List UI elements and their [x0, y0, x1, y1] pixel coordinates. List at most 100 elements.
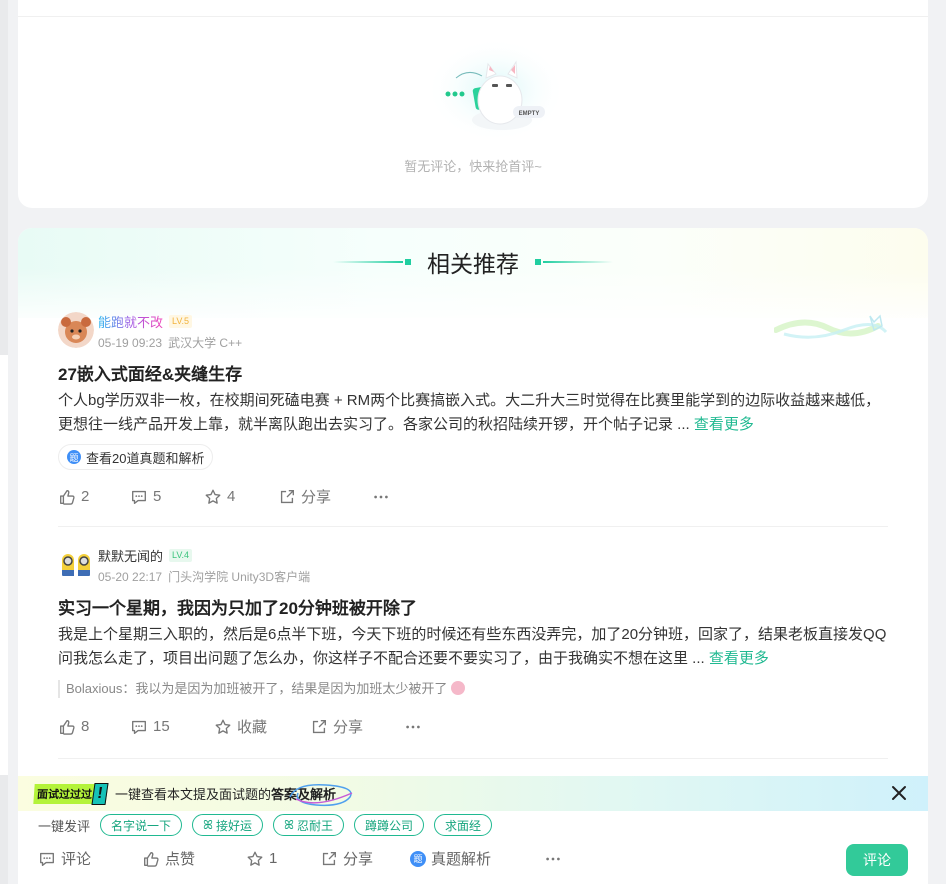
quick-comment-row: 一键发评 名字说一下 ꕤ 接好运 ꕤ 忍耐王 蹲蹲公司 求面经	[38, 814, 493, 836]
related-card: 相关推荐 能跑就不改 LV.5 05-19 09:23 武汉大学 C++ 27嵌…	[18, 228, 928, 788]
share-icon	[280, 489, 294, 503]
more-button[interactable]	[544, 850, 562, 868]
share-action[interactable]: 分享	[320, 848, 410, 869]
favorite-count: 1	[269, 850, 278, 867]
quick-tag[interactable]: 蹲蹲公司	[354, 814, 425, 836]
favorite-count: 4	[227, 488, 236, 505]
share-icon	[312, 719, 326, 733]
level-badge: LV.5	[169, 315, 193, 328]
like-count: 2	[81, 488, 90, 505]
title-deco-dot	[535, 259, 541, 265]
divider	[58, 526, 888, 527]
comment-count: 5	[153, 488, 162, 505]
divider	[58, 758, 888, 759]
star-icon	[215, 719, 231, 734]
like-action[interactable]: 点赞	[142, 848, 246, 869]
avatar[interactable]	[58, 546, 94, 582]
read-more-link[interactable]: 查看更多	[694, 416, 754, 433]
quick-tag[interactable]: 名字说一下	[100, 814, 183, 836]
more-icon	[374, 495, 388, 498]
comment-count: 15	[153, 718, 170, 735]
post-actions: 2 5 4 分享	[58, 486, 390, 507]
comment-icon	[132, 720, 146, 734]
more-icon	[546, 857, 560, 860]
related-header: 相关推荐	[18, 242, 928, 282]
share-icon	[322, 851, 336, 865]
like-count: 8	[81, 718, 90, 735]
empty-illustration: EMPTY	[426, 38, 566, 142]
username[interactable]: 能跑就不改	[98, 312, 163, 331]
user-row: 能跑就不改 LV.5	[98, 312, 193, 331]
like-label: 点赞	[165, 851, 196, 868]
close-icon[interactable]	[890, 784, 908, 802]
comment-button[interactable]: 5	[130, 488, 204, 506]
post-body[interactable]: 我是上个星期三入职的，然后是6点半下班，今天下班的时候还有些东西没弄完，加了20…	[58, 623, 888, 671]
wheat-icon: ꕤ	[203, 817, 214, 832]
favorite-action[interactable]: 1	[246, 850, 320, 868]
post-school: 武汉大学 C++	[168, 336, 243, 350]
favorite-button[interactable]: 收藏	[214, 716, 310, 737]
share-label: 分享	[301, 489, 332, 506]
star-icon	[247, 851, 263, 866]
post-card[interactable]: 默默无闻的 LV.4 05-20 22:17 门头沟学院 Unity3D客户端 实…	[58, 546, 888, 746]
post-meta: 05-19 09:23 武汉大学 C++	[98, 334, 242, 351]
comment-icon	[132, 490, 146, 504]
post-time: 05-19 09:23	[98, 336, 163, 350]
chip-label: 查看20道真题和解析	[86, 450, 205, 466]
empty-badge: EMPTY	[519, 111, 540, 117]
post-title[interactable]: 实习一个星期，我因为只加了20分钟班被开除了	[58, 594, 417, 619]
quick-tag[interactable]: 求面经	[434, 814, 493, 836]
quick-tag[interactable]: ꕤ 接好运	[192, 814, 264, 836]
share-label: 分享	[333, 719, 364, 736]
promo-badge: 面试过过过	[33, 783, 96, 804]
avatar[interactable]	[58, 312, 94, 348]
comment-action[interactable]: 评论	[38, 848, 142, 869]
post-excerpt: 个人bg学历双非一枚，在校期间死磕电赛 + RM两个比赛搞嵌入式。大二升大三时觉…	[58, 392, 881, 433]
favorite-label: 收藏	[237, 719, 268, 736]
post-meta: 05-20 22:17 门头沟学院 Unity3D客户端	[98, 568, 310, 585]
question-icon: 题	[67, 450, 81, 464]
quick-comment-label: 一键发评	[38, 818, 91, 834]
exclamation-icon: !	[91, 782, 109, 805]
related-title: 相关推荐	[427, 251, 519, 277]
like-button[interactable]: 2	[58, 488, 130, 506]
post-body[interactable]: 个人bg学历双非一枚，在校期间死磕电赛 + RM两个比赛搞嵌入式。大二升大三时觉…	[58, 389, 888, 437]
post-actions: 8 15 收藏 分享	[58, 716, 422, 737]
bottom-bar: 面试过过过 ! 一键查看本文提及面试题的答案及解析 一键发评 名字说一下 ꕤ 接好…	[18, 776, 928, 884]
hot-comment[interactable]: Bolaxious：我以为是因为加班被开了，结果是因为加班太少被开了	[58, 680, 465, 698]
analysis-action[interactable]: 题 真题解析	[410, 848, 544, 869]
submit-comment-button[interactable]: 评论	[846, 844, 908, 876]
interview-questions-chip[interactable]: 题 查看20道真题和解析	[58, 444, 214, 470]
hot-comment-text: Bolaxious：我以为是因为加班被开了，结果是因为加班太少被开了	[66, 681, 448, 696]
favorite-button[interactable]: 4	[204, 488, 278, 506]
thumb-up-icon	[60, 719, 75, 735]
question-icon: 题	[410, 850, 426, 867]
empty-comments-text: 暂无评论，快来抢首评~	[404, 159, 542, 174]
title-deco-dot	[405, 259, 411, 265]
like-button[interactable]: 8	[58, 718, 130, 736]
emoji-icon	[451, 681, 465, 695]
username[interactable]: 默默无闻的	[98, 546, 163, 565]
wheat-icon: ꕤ	[284, 817, 295, 832]
level-badge: LV.4	[169, 549, 193, 562]
more-button[interactable]	[404, 718, 422, 736]
comment-icon	[40, 852, 54, 866]
more-button[interactable]	[372, 488, 390, 506]
promo-banner[interactable]: 面试过过过 ! 一键查看本文提及面试题的答案及解析	[18, 776, 928, 811]
share-button[interactable]: 分享	[278, 486, 372, 507]
analysis-label: 真题解析	[431, 851, 492, 868]
read-more-link[interactable]: 查看更多	[709, 650, 769, 667]
post-title[interactable]: 27嵌入式面经&夹缝生存	[58, 360, 242, 385]
post-card[interactable]: 能跑就不改 LV.5 05-19 09:23 武汉大学 C++ 27嵌入式面经&夹…	[58, 312, 888, 512]
left-edge-panel	[0, 355, 8, 775]
highlight-swirl	[289, 784, 353, 807]
thumb-up-icon	[60, 489, 75, 505]
thumb-up-icon	[144, 851, 159, 867]
share-button[interactable]: 分享	[310, 716, 404, 737]
comment-button[interactable]: 15	[130, 718, 214, 736]
divider	[18, 16, 928, 17]
title-deco-line	[543, 261, 613, 263]
share-label: 分享	[343, 851, 374, 868]
quick-tag[interactable]: ꕤ 忍耐王	[273, 814, 345, 836]
star-icon	[205, 489, 221, 504]
